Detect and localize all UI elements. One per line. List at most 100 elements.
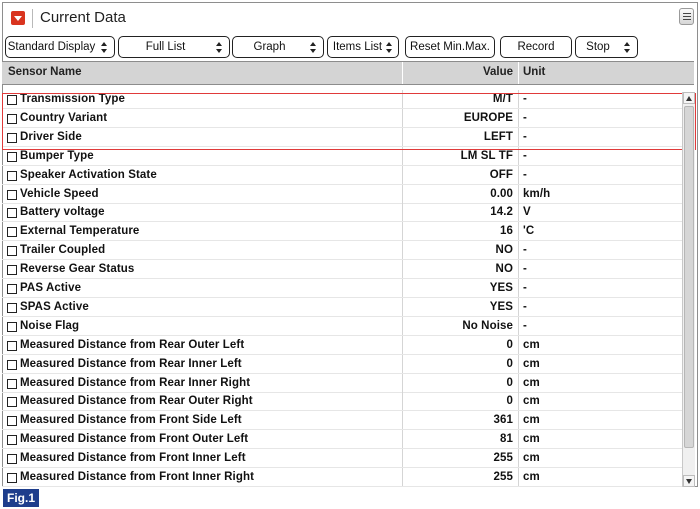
sensor-name: Transmission Type — [20, 93, 126, 105]
scroll-up-arrow-icon[interactable] — [683, 92, 695, 104]
sensor-name: Noise Flag — [20, 319, 80, 332]
cell-divider — [518, 297, 519, 317]
sensor-value: LEFT — [483, 130, 513, 143]
row-checkbox[interactable] — [7, 208, 17, 219]
cell-divider — [518, 335, 519, 355]
sensor-value: 16 — [500, 225, 513, 238]
sensor-name: Measured Distance from Rear Outer Right — [20, 395, 253, 408]
cell-divider — [402, 316, 403, 336]
table-row[interactable]: Measured Distance from Rear Inner Right 0… — [2, 373, 682, 393]
sensor-value: 0 — [506, 338, 513, 351]
sensor-unit: cm — [523, 395, 540, 408]
sensor-value: M/T — [492, 93, 513, 105]
row-checkbox[interactable] — [7, 284, 17, 294]
reset-min-max-button[interactable]: Reset Min.Max. — [405, 36, 495, 58]
table-row[interactable]: Bumper Type LM SL TF - — [2, 146, 682, 166]
sensor-name: PAS Active — [20, 282, 82, 294]
vertical-scrollbar[interactable] — [682, 92, 695, 487]
table-row[interactable]: Measured Distance from Rear Outer Right 0… — [2, 392, 682, 412]
row-checkbox[interactable] — [7, 265, 17, 276]
sensor-value: 255 — [493, 471, 513, 483]
table-row[interactable]: Driver Side LEFT - — [2, 127, 682, 147]
stop-select[interactable]: Stop — [575, 36, 638, 58]
sensor-name: Measured Distance from Rear Inner Right — [20, 376, 251, 389]
table-row[interactable]: Noise Flag No Noise - — [2, 316, 682, 336]
table-row[interactable]: Vehicle Speed 0.00 km/h — [2, 184, 682, 204]
row-checkbox[interactable] — [7, 151, 17, 162]
row-divider — [2, 486, 682, 487]
row-checkbox[interactable] — [7, 397, 17, 408]
row-checkbox[interactable] — [7, 113, 17, 124]
cell-divider — [518, 165, 519, 185]
table-row[interactable]: Measured Distance from Front Outer Left 8… — [2, 430, 682, 450]
graph-select[interactable]: Graph — [232, 36, 324, 58]
column-header-value[interactable]: Value — [483, 66, 513, 78]
standard-display-select[interactable]: Standard Display — [5, 36, 115, 58]
row-checkbox[interactable] — [7, 378, 17, 389]
table-row[interactable]: Measured Distance from Front Side Left 36… — [2, 411, 682, 431]
row-checkbox[interactable] — [7, 359, 17, 370]
table-row[interactable]: Country Variant EUROPE - — [2, 108, 682, 128]
table-row[interactable]: Measured Distance from Front Inner Right… — [2, 468, 682, 487]
table-row[interactable]: Measured Distance from Rear Outer Left 0 c… — [2, 335, 682, 355]
sensor-unit: cm — [523, 376, 540, 389]
cell-divider — [518, 203, 519, 223]
sensor-unit: cm — [523, 452, 540, 465]
table-row[interactable]: PAS Active YES - — [2, 279, 682, 298]
cell-divider — [518, 430, 519, 450]
table-row[interactable]: Measured Distance from Rear Inner Left 0 c… — [2, 354, 682, 374]
cell-divider — [402, 354, 403, 374]
cell-divider — [402, 411, 403, 431]
table-row[interactable]: External Temperature 16 'C — [2, 222, 682, 242]
table-row[interactable]: SPAS Active YES - — [2, 297, 682, 317]
scroll-down-arrow-icon[interactable] — [683, 475, 695, 487]
row-checkbox[interactable] — [7, 416, 17, 427]
column-header-sensor-name[interactable]: Sensor Name — [8, 66, 82, 78]
sensor-name: Measured Distance from Front Inner Left — [20, 452, 246, 465]
table-row[interactable]: Measured Distance from Front Inner Left 2… — [2, 449, 682, 469]
table-row[interactable]: Speaker Activation State OFF - — [2, 165, 682, 185]
row-checkbox[interactable] — [7, 340, 17, 351]
column-header-unit[interactable]: Unit — [523, 66, 545, 78]
row-checkbox[interactable] — [7, 473, 17, 483]
table-row[interactable]: Battery voltage 14.2 V — [2, 203, 682, 223]
row-checkbox[interactable] — [7, 189, 17, 200]
title-separator — [32, 9, 33, 28]
cell-divider — [402, 468, 403, 487]
row-checkbox[interactable] — [7, 435, 17, 446]
sensor-value: 255 — [493, 452, 513, 465]
sensor-unit: V — [523, 206, 531, 219]
scrollbar-thumb[interactable] — [684, 106, 694, 448]
row-checkbox[interactable] — [7, 95, 17, 105]
row-checkbox[interactable] — [7, 302, 17, 313]
cell-divider — [518, 449, 519, 469]
cell-divider — [402, 146, 403, 166]
cell-divider — [402, 260, 403, 280]
row-checkbox[interactable] — [7, 170, 17, 181]
menu-list-icon[interactable] — [679, 8, 694, 25]
full-list-select[interactable]: Full List — [118, 36, 230, 58]
cell-divider — [402, 241, 403, 261]
cell-divider — [518, 222, 519, 242]
cell-divider — [518, 279, 519, 298]
row-checkbox[interactable] — [7, 132, 17, 143]
row-checkbox[interactable] — [7, 454, 17, 465]
row-checkbox[interactable] — [7, 321, 17, 332]
collapse-arrow-icon[interactable] — [11, 11, 25, 25]
sensor-unit: - — [523, 93, 527, 105]
cell-divider — [402, 449, 403, 469]
full-list-label: Full List — [145, 41, 186, 53]
sensor-name: Measured Distance from Front Inner Right — [20, 471, 255, 483]
row-checkbox[interactable] — [7, 227, 17, 238]
cell-divider — [518, 146, 519, 166]
table-row[interactable]: Trailer Coupled NO - — [2, 241, 682, 261]
items-list-select[interactable]: Items List — [327, 36, 399, 58]
row-checkbox[interactable] — [7, 246, 17, 257]
sensor-name: Driver Side — [20, 130, 82, 143]
figure-label: Fig.1 — [3, 489, 40, 507]
cell-divider — [402, 90, 403, 109]
table-row[interactable]: Reverse Gear Status NO - — [2, 260, 682, 280]
table-row[interactable]: Transmission Type M/T - — [2, 90, 682, 109]
cell-divider — [402, 203, 403, 223]
record-button[interactable]: Record — [500, 36, 572, 58]
